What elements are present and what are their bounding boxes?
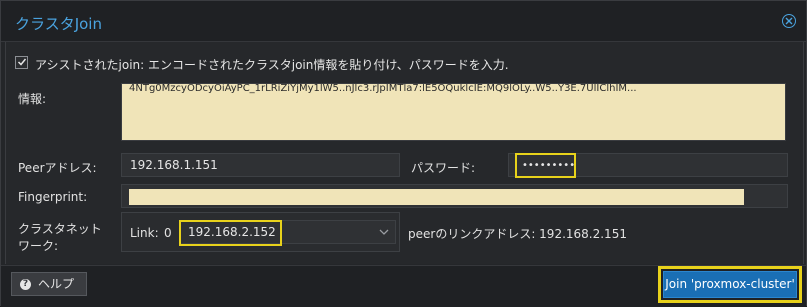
info-label: 情報: [18, 92, 47, 106]
info-text: 4NTg0MzcyODcyOiAyPC_1rLRiZiYjMy1lW5..nJl… [129, 84, 637, 94]
help-button-label: ヘルプ [38, 277, 75, 291]
question-circle-icon: ? [20, 279, 31, 290]
assisted-join-label[interactable]: アシストされたjoin: エンコードされたクラスタjoin情報を貼り付け、パスワ… [35, 56, 509, 73]
fingerprint-value-redacted [129, 189, 744, 205]
fingerprint-label: Fingerprint: [18, 190, 88, 204]
chevron-down-icon[interactable] [379, 229, 389, 236]
dialog-titlebar: クラスタJoin [1, 1, 806, 42]
cluster-network-label-1: クラスタネット [18, 222, 102, 236]
peer-address-label: Peerアドレス: [18, 161, 97, 175]
peer-link-address-text: peerのリンクアドレス: 192.168.2.151 [408, 227, 627, 241]
cluster-join-dialog: クラスタJoin アシストされたjoin: エンコードされたクラスタjoin情報… [0, 0, 807, 307]
dialog-title: クラスタJoin [15, 15, 102, 33]
cluster-network-label-2: ワーク: [18, 239, 59, 253]
join-button[interactable]: Join 'proxmox-cluster' [663, 271, 797, 298]
peer-address-input[interactable]: 192.168.1.151 [121, 153, 400, 177]
password-label: パスワード: [411, 161, 476, 175]
link-number: 0 [164, 226, 172, 240]
assisted-join-checkbox[interactable] [15, 56, 28, 69]
link-address-highlight [179, 220, 282, 246]
link-label: Link: [130, 226, 159, 240]
password-highlight [515, 153, 576, 178]
close-icon[interactable] [782, 14, 796, 28]
